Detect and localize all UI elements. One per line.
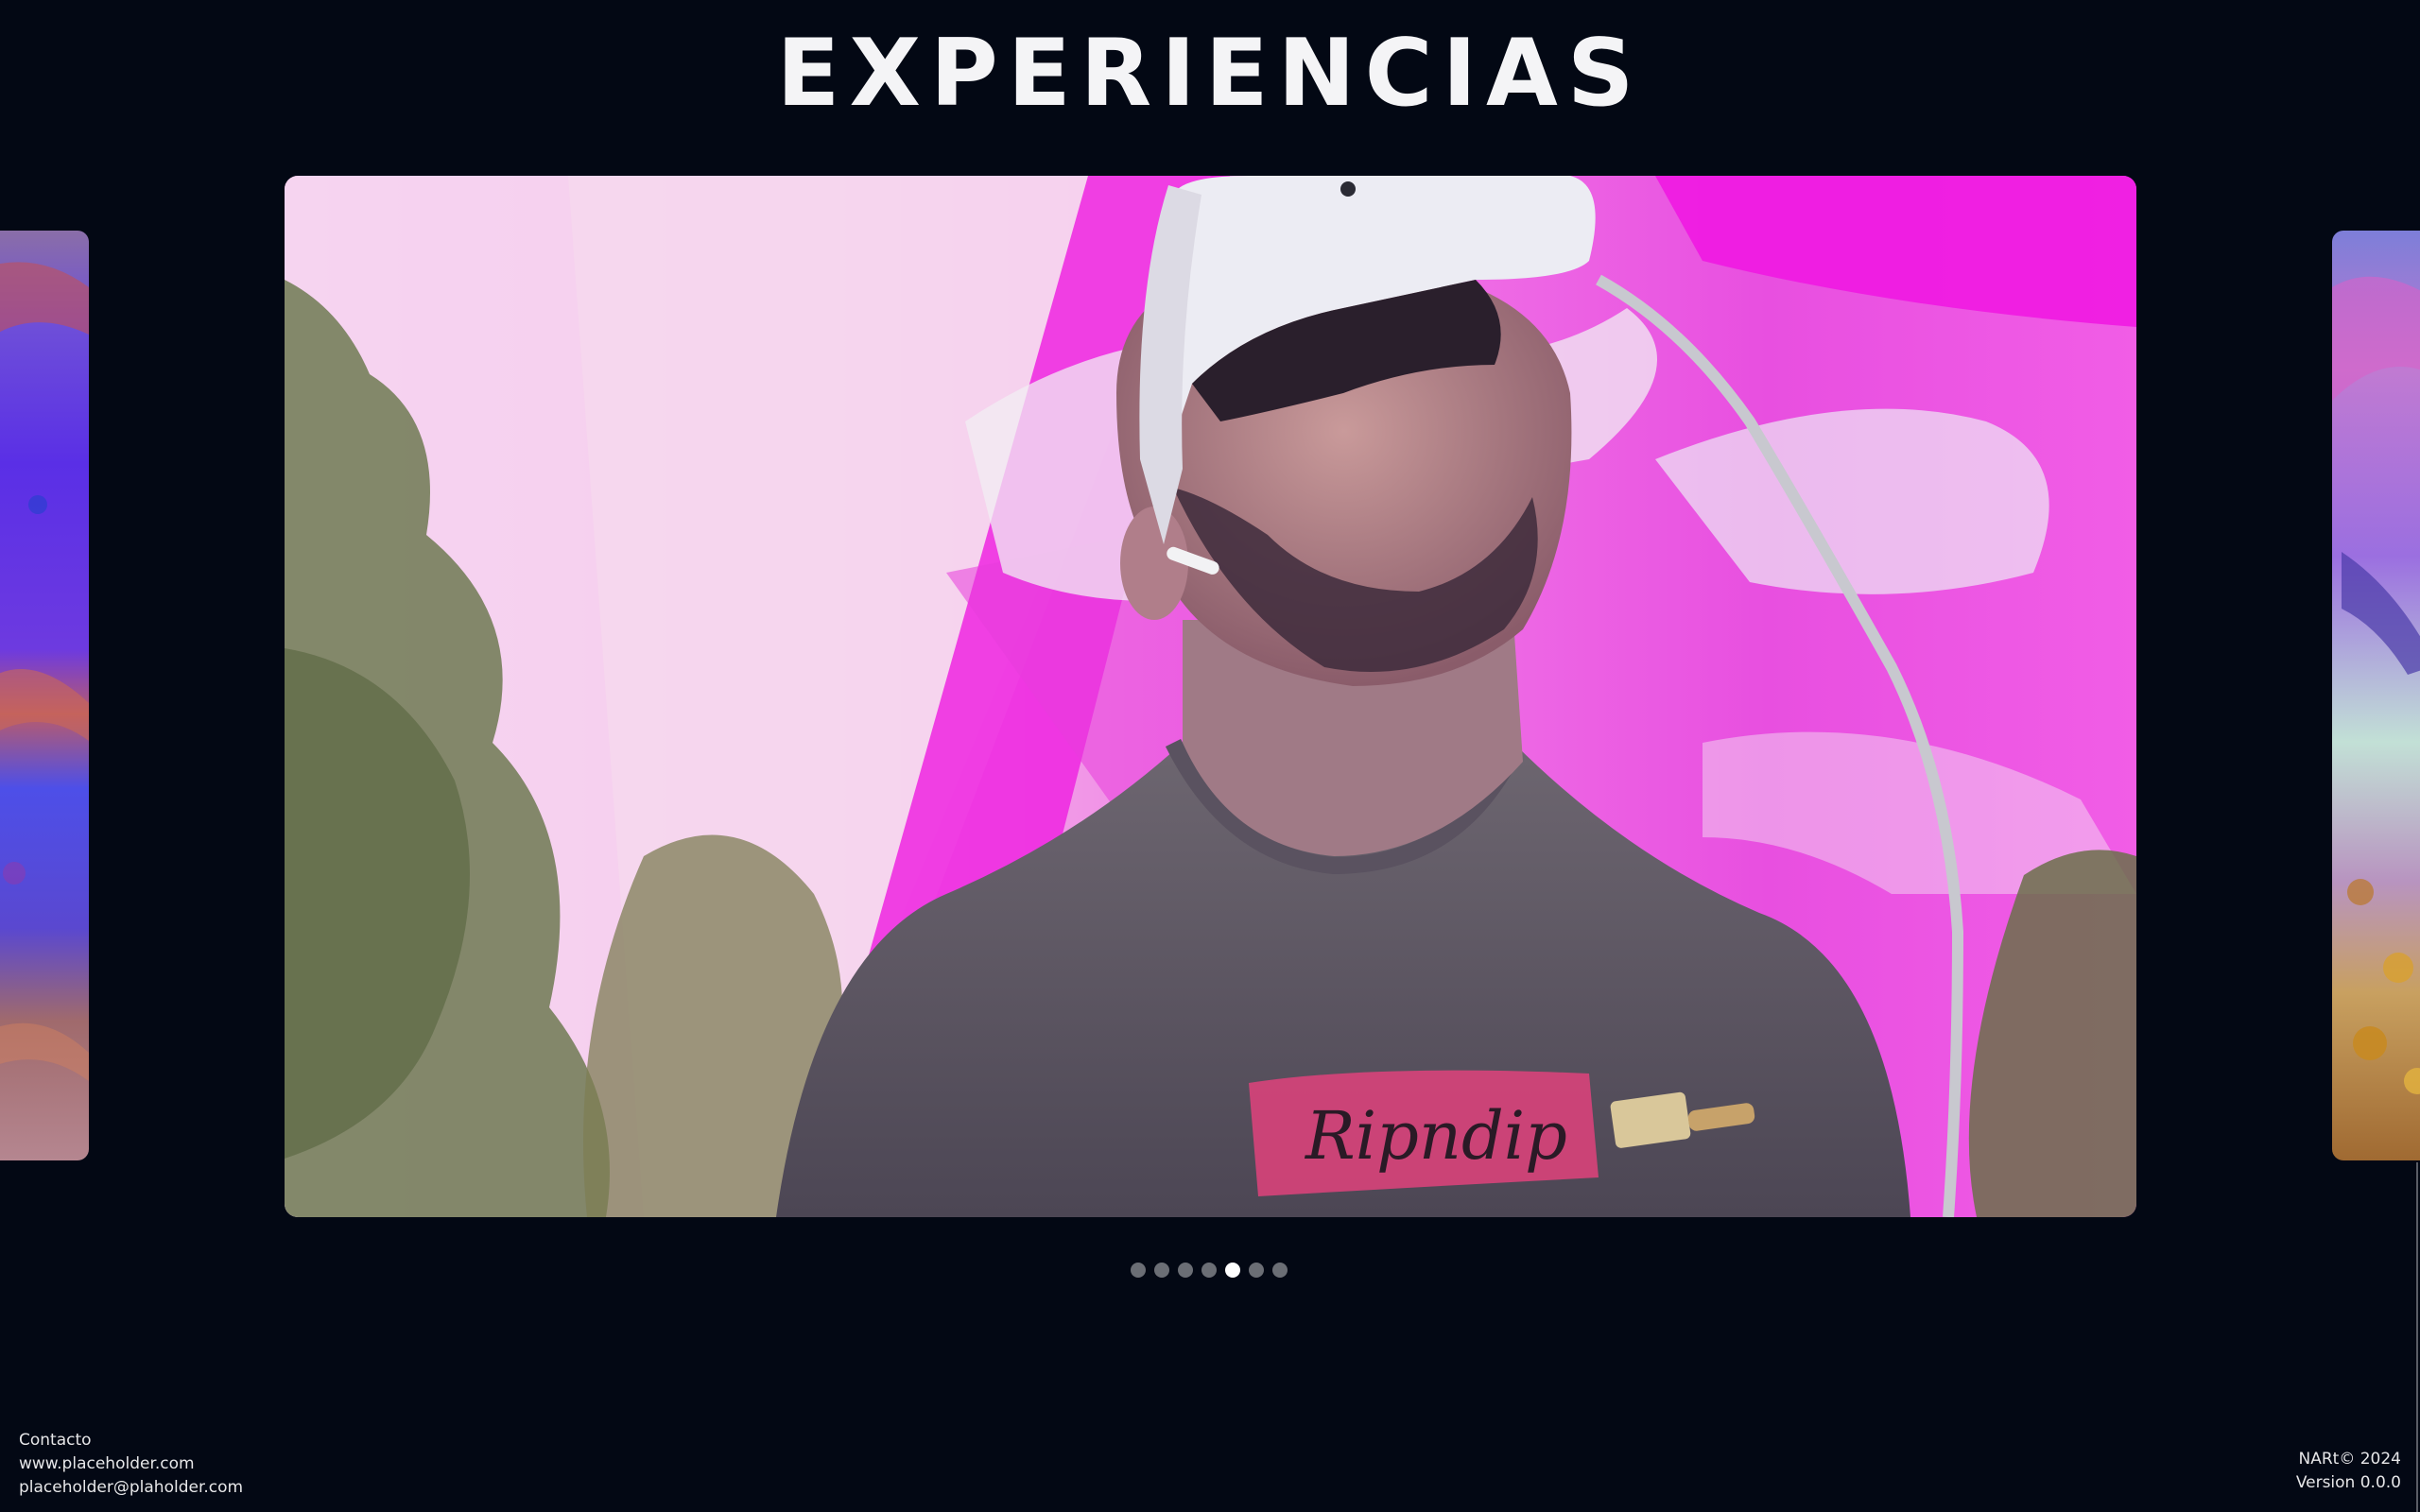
carousel-slide-current[interactable]: Ripndip bbox=[285, 176, 2136, 1217]
footer-copyright: NARt© 2024 bbox=[2298, 1450, 2402, 1469]
carousel-dot-5-active[interactable] bbox=[1225, 1263, 1240, 1278]
footer-version: Version 0.0.0 bbox=[2295, 1473, 2401, 1492]
carousel-dot-2[interactable] bbox=[1154, 1263, 1169, 1278]
scrollbar[interactable] bbox=[2416, 1162, 2418, 1512]
footer-contact-heading: Contacto bbox=[19, 1431, 92, 1450]
footer-meta: NARt© 2024 Version 0.0.0 bbox=[2296, 1448, 2401, 1495]
slide-previous-image bbox=[0, 231, 89, 1160]
carousel-dot-1[interactable] bbox=[1131, 1263, 1146, 1278]
carousel-dot-6[interactable] bbox=[1249, 1263, 1264, 1278]
footer-email-link[interactable]: placeholder@plaholder.com bbox=[19, 1478, 243, 1497]
carousel-dot-7[interactable] bbox=[1272, 1263, 1288, 1278]
slide-next-image bbox=[2332, 231, 2420, 1160]
footer-contact: Contacto www.placeholder.com placeholder… bbox=[19, 1429, 243, 1500]
carousel-slide-previous[interactable] bbox=[0, 231, 89, 1160]
slide-current-image: Ripndip bbox=[285, 176, 2136, 1217]
tshirt-text: Ripndip bbox=[1304, 1097, 1567, 1175]
footer-website-link[interactable]: www.placeholder.com bbox=[19, 1454, 195, 1473]
carousel-dot-3[interactable] bbox=[1178, 1263, 1193, 1278]
carousel-dot-4[interactable] bbox=[1201, 1263, 1217, 1278]
carousel-slide-next[interactable] bbox=[2332, 231, 2420, 1160]
carousel-pagination bbox=[1131, 1263, 1288, 1278]
page-title: EXPERIENCIAS bbox=[776, 20, 1644, 128]
page: EXPERIENCIAS Ripndip Contacto www.placeh… bbox=[0, 0, 2420, 1512]
